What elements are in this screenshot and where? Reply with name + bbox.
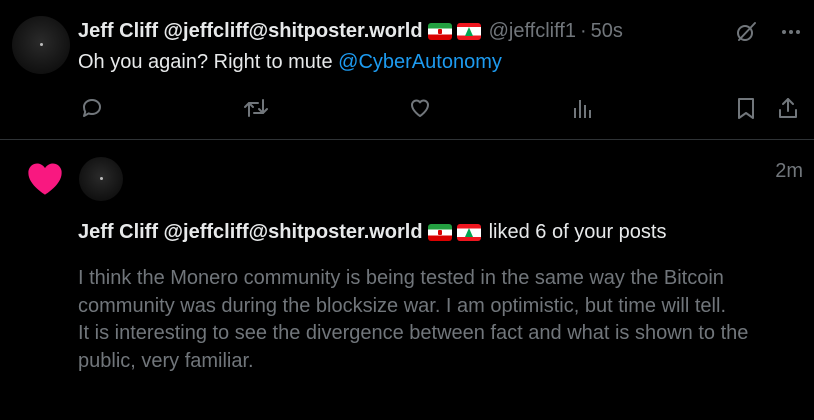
- timestamp: 2m: [775, 160, 803, 182]
- bookmark-icon: [738, 98, 754, 119]
- notification-headline: Jeff Cliff @jeffcliff@shitposter.world l…: [78, 221, 666, 244]
- separator: ·: [579, 20, 587, 42]
- iran-flag-icon: [427, 23, 452, 40]
- preview-paragraph: I think the Monero community is being te…: [78, 267, 726, 317]
- bookmark-button[interactable]: [732, 94, 760, 122]
- views-icon: [574, 100, 591, 118]
- author-handle[interactable]: @jeffcliff1: [489, 20, 576, 43]
- mention-link[interactable]: @CyberAutonomy: [338, 51, 502, 73]
- more-icon[interactable]: [780, 21, 802, 43]
- tweet-text: Oh you again? Right to mute @CyberAutono…: [78, 51, 502, 74]
- preview-paragraph: It is interesting to see the divergence …: [78, 322, 749, 372]
- share-button[interactable]: [774, 94, 802, 122]
- author-name[interactable]: Jeff Cliff @jeffcliff@shitposter.world: [78, 20, 423, 43]
- timestamp[interactable]: 50s: [591, 20, 623, 43]
- views-button[interactable]: [568, 94, 596, 122]
- repost-button[interactable]: [242, 94, 270, 122]
- repost-icon: [244, 99, 268, 117]
- like-icon: [410, 99, 430, 117]
- tweet-top-actions: [734, 20, 802, 44]
- tweet-text-content: Oh you again? Right to mute: [78, 51, 339, 73]
- like-button[interactable]: [406, 94, 434, 122]
- author-name[interactable]: Jeff Cliff @jeffcliff@shitposter.world: [78, 221, 423, 244]
- reply-button[interactable]: [78, 94, 106, 122]
- tweet-actions: [78, 94, 802, 122]
- liked-post-preview[interactable]: I think the Monero community is being te…: [78, 265, 778, 375]
- share-icon: [779, 98, 797, 118]
- notification-action-text: liked 6 of your posts: [488, 221, 667, 243]
- iran-flag-icon: [427, 224, 452, 241]
- reply-icon: [83, 99, 101, 117]
- tweet[interactable]: Jeff Cliff @jeffcliff@shitposter.world @…: [0, 0, 814, 140]
- avatar[interactable]: [12, 16, 70, 74]
- lebanon-flag-icon: [456, 224, 481, 241]
- avatar[interactable]: [79, 157, 123, 201]
- tweet-header: Jeff Cliff @jeffcliff@shitposter.world @…: [78, 20, 623, 43]
- heart-icon: [26, 160, 64, 196]
- lebanon-flag-icon: [456, 23, 481, 40]
- grok-icon[interactable]: [734, 20, 758, 44]
